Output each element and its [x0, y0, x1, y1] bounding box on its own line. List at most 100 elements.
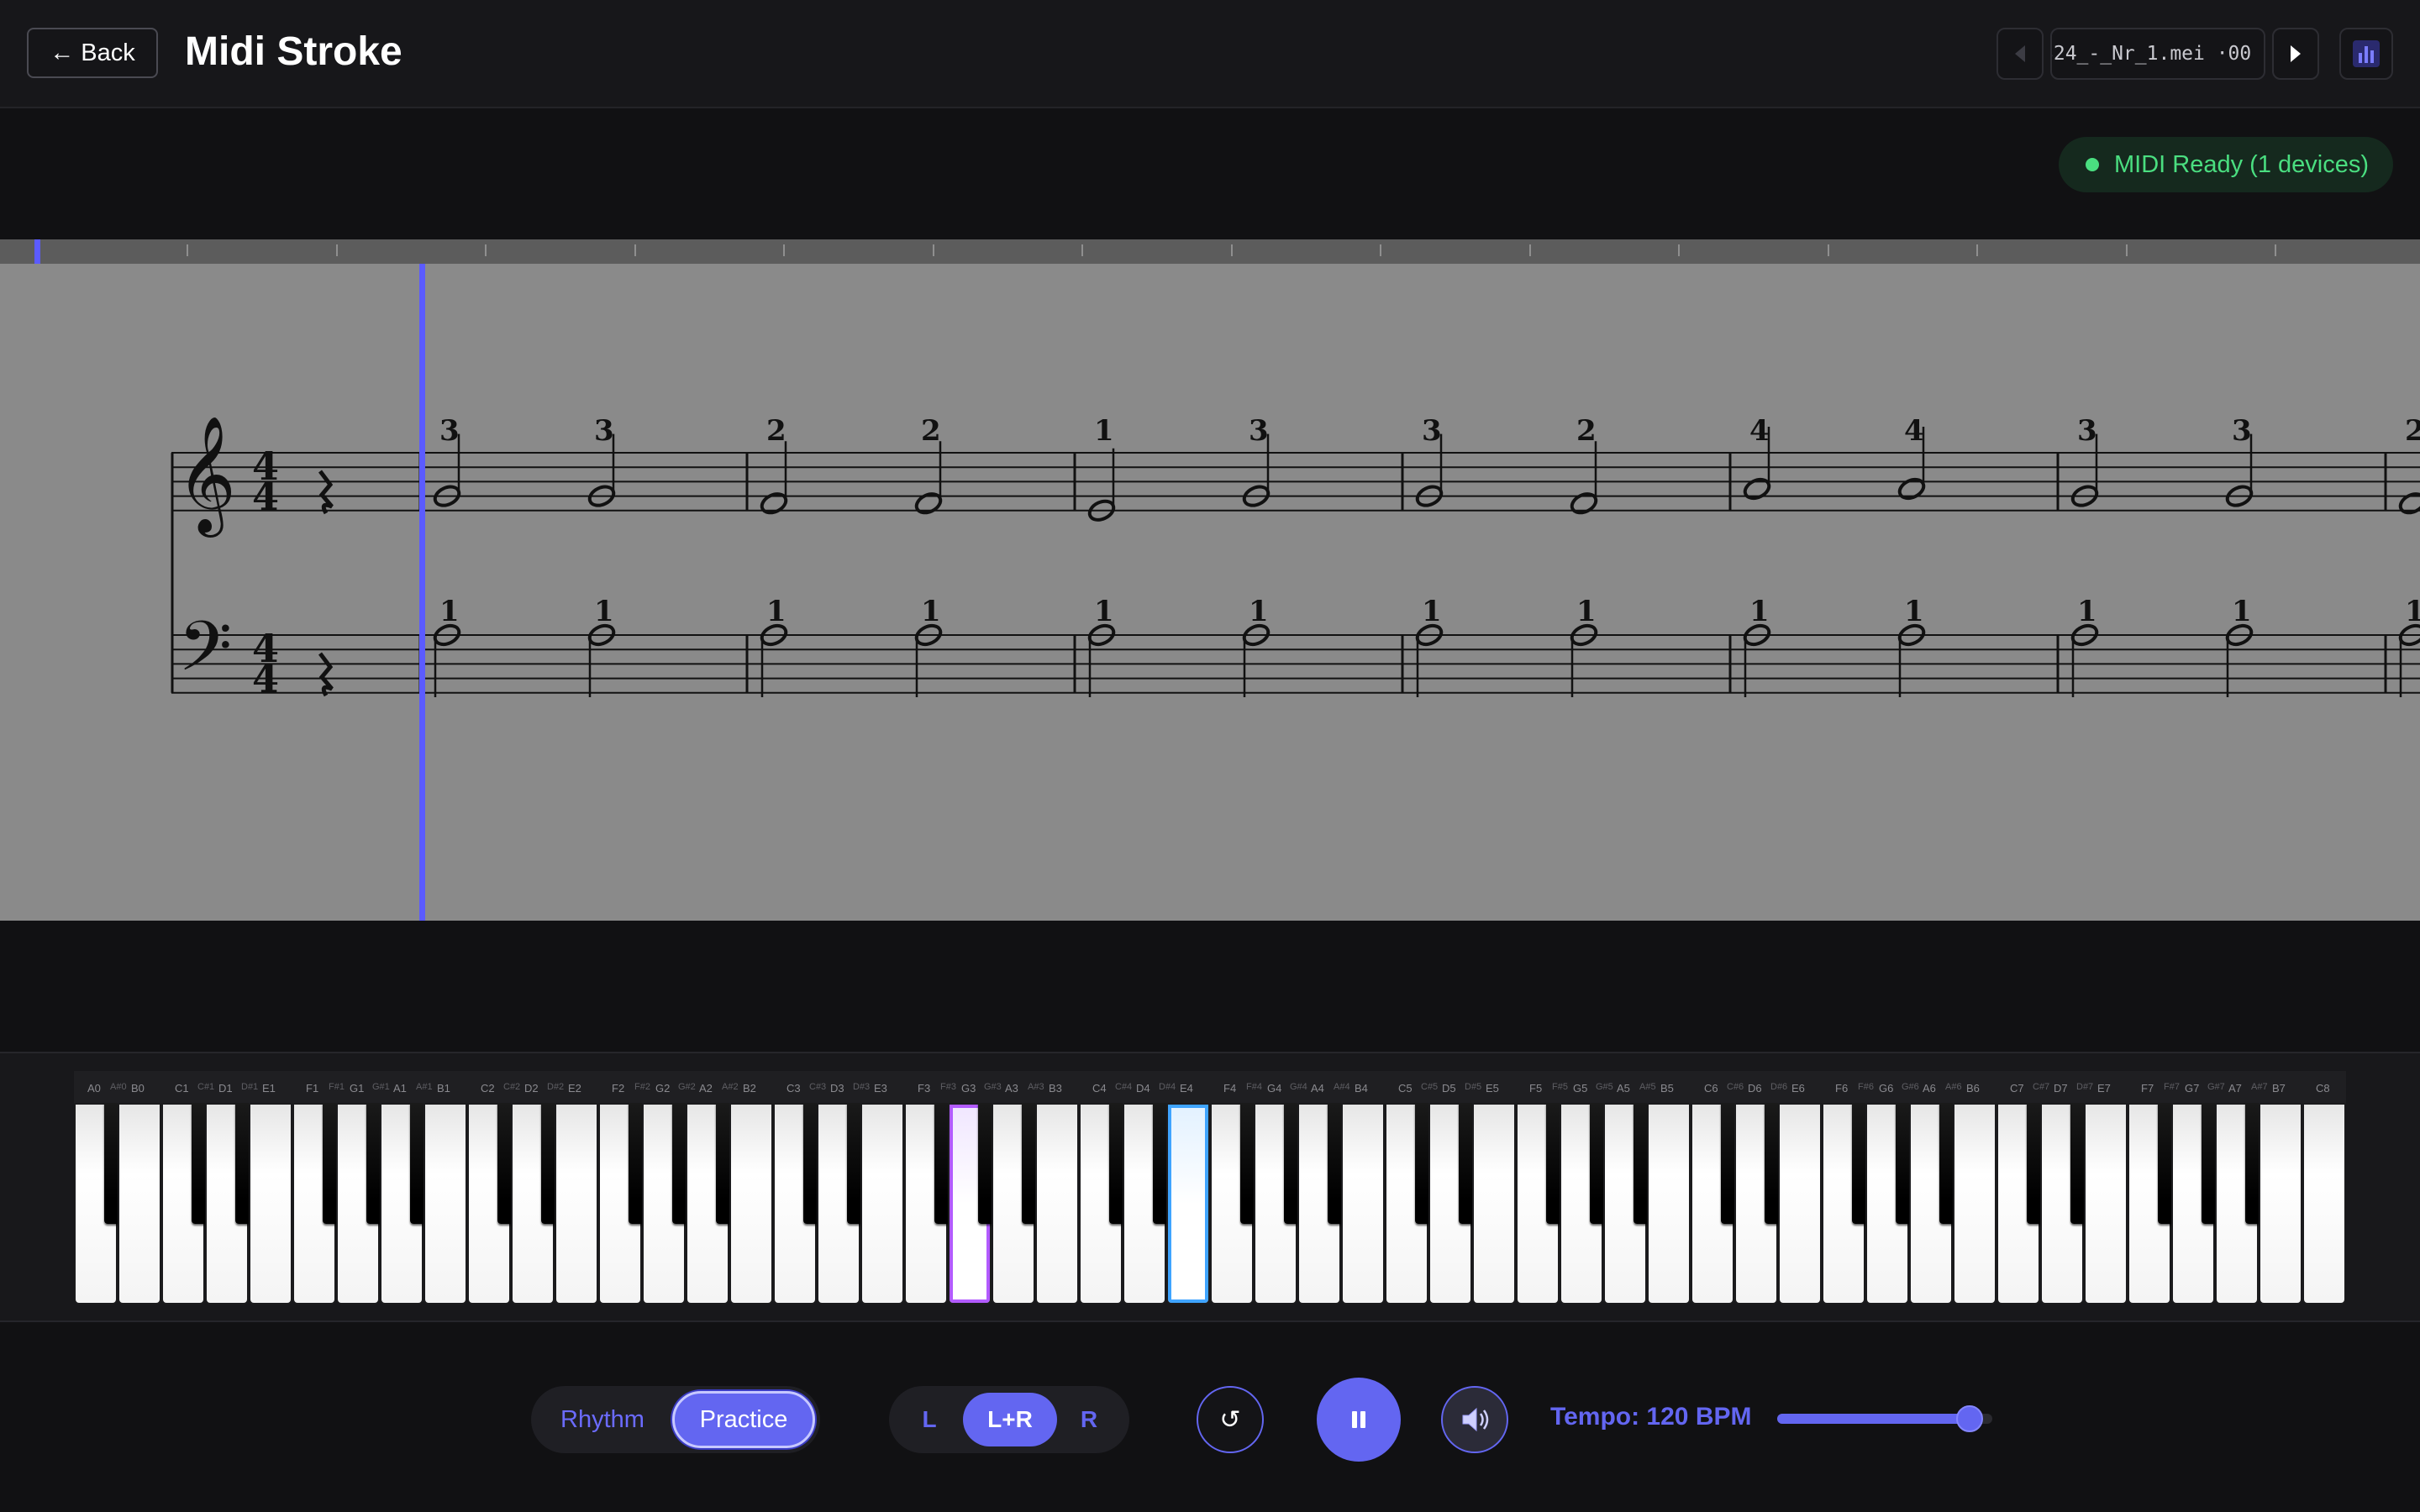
score-viewer[interactable]: 𝄞 𝄢 4 4 4 4 3 3 2 2 1 3 3 2 4 4 3 3 2 1 1 1 1 1 1 1 1 1 1 1 1 1: [0, 264, 2420, 921]
key-label: C4: [1092, 1082, 1107, 1095]
key-label: D6: [1748, 1082, 1762, 1095]
tempo-slider[interactable]: [1777, 1405, 1992, 1432]
key-label: E4: [1180, 1082, 1193, 1095]
fingering-number: 3: [2232, 414, 2252, 448]
reset-icon: ↺: [1219, 1405, 1241, 1434]
key-label: D1: [218, 1082, 233, 1095]
score-timeline[interactable]: [0, 239, 2420, 264]
key-label: D2: [524, 1082, 539, 1095]
fingering-number: 1: [766, 595, 786, 628]
key-label: A0: [87, 1082, 101, 1095]
back-button[interactable]: ← Back: [27, 28, 158, 78]
fingering-number: 1: [1094, 595, 1114, 628]
right-hand-button[interactable]: R: [1064, 1393, 1114, 1446]
white-key-b6[interactable]: [1953, 1103, 1996, 1305]
key-label: C3: [786, 1082, 801, 1095]
status-dot-icon: [2086, 158, 2099, 171]
timeline-tick: [335, 244, 338, 256]
file-name-display[interactable]: 324_-_Nr_1.mei ·00: [2050, 28, 2265, 80]
white-key-b0[interactable]: [118, 1103, 161, 1305]
previous-file-button[interactable]: [1996, 28, 2044, 80]
key-label: B3: [1049, 1082, 1062, 1095]
key-label: E3: [874, 1082, 887, 1095]
quarter-rest: [318, 470, 334, 515]
white-key-e4[interactable]: [1166, 1103, 1210, 1305]
key-label: G4: [1267, 1082, 1282, 1095]
timeline-tick: [1827, 244, 1829, 256]
sharp-key-label: G#7: [2207, 1082, 2225, 1092]
timeline-tick: [2125, 244, 2128, 256]
hand-selector: L L+R R: [889, 1386, 1129, 1453]
key-label: B6: [1966, 1082, 1980, 1095]
slider-thumb[interactable]: [1955, 1405, 1983, 1432]
white-key-b1[interactable]: [424, 1103, 467, 1305]
pause-button[interactable]: [1317, 1378, 1401, 1462]
fingering-number: 2: [766, 414, 786, 448]
key-label: B2: [743, 1082, 756, 1095]
reset-button[interactable]: ↺: [1197, 1386, 1264, 1453]
sharp-key-label: G#5: [1596, 1082, 1613, 1092]
white-key-b4[interactable]: [1341, 1103, 1385, 1305]
key-label: C1: [175, 1082, 189, 1095]
white-key-b5[interactable]: [1647, 1103, 1691, 1305]
white-key-e1[interactable]: [249, 1103, 292, 1305]
fingering-number: 4: [1904, 414, 1924, 448]
sharp-key-label: C#2: [503, 1082, 521, 1092]
rhythm-mode-button[interactable]: Rhythm: [539, 1391, 666, 1448]
practice-mode-button[interactable]: Practice: [672, 1391, 815, 1448]
timeline-tick: [634, 244, 636, 256]
fingering-number: 2: [921, 414, 941, 448]
key-label: F3: [918, 1082, 931, 1095]
key-label: C8: [2316, 1082, 2330, 1095]
key-label: A6: [1923, 1082, 1936, 1095]
sound-toggle-button[interactable]: [1441, 1386, 1508, 1453]
half-note-head: [2398, 492, 2420, 515]
piano-keyboard[interactable]: [74, 1103, 2346, 1305]
sharp-key-label: A#1: [416, 1082, 433, 1092]
fingering-number: 1: [594, 595, 614, 628]
white-key-e5[interactable]: [1472, 1103, 1516, 1305]
key-label: D7: [2054, 1082, 2068, 1095]
white-key-b2[interactable]: [729, 1103, 773, 1305]
sharp-key-label: D#6: [1770, 1082, 1788, 1092]
key-label: A3: [1005, 1082, 1018, 1095]
white-key-b3[interactable]: [1035, 1103, 1079, 1305]
left-hand-button[interactable]: L: [906, 1393, 953, 1446]
fingering-number: 1: [2077, 595, 2097, 628]
key-label: B4: [1355, 1082, 1368, 1095]
key-label: C7: [2010, 1082, 2024, 1095]
key-label: E5: [1486, 1082, 1499, 1095]
timeline-position-marker[interactable]: [34, 239, 40, 264]
sharp-key-label: D#2: [547, 1082, 565, 1092]
playhead-cursor: [419, 264, 425, 921]
sharp-key-label: C#4: [1115, 1082, 1133, 1092]
sharp-key-label: C#5: [1421, 1082, 1439, 1092]
sharp-key-label: D#3: [853, 1082, 871, 1092]
white-key-e6[interactable]: [1778, 1103, 1822, 1305]
white-key-e7[interactable]: [2084, 1103, 2128, 1305]
fingering-number: 3: [1249, 414, 1269, 448]
fingering-number: 1: [2232, 595, 2252, 628]
timeline-tick: [1081, 244, 1083, 256]
fingering-number: 1: [921, 595, 941, 628]
half-note-head: [914, 492, 943, 515]
sharp-key-label: G#6: [1902, 1082, 1919, 1092]
next-file-button[interactable]: [2272, 28, 2319, 80]
white-key-c8[interactable]: [2302, 1103, 2346, 1305]
both-hands-button[interactable]: L+R: [963, 1393, 1057, 1446]
timeline-tick: [1678, 244, 1680, 256]
white-key-e3[interactable]: [860, 1103, 904, 1305]
treble-clef: 𝄞: [176, 416, 236, 538]
sharp-key-label: D#7: [2076, 1082, 2094, 1092]
key-label: C2: [481, 1082, 495, 1095]
half-note-head: [760, 492, 788, 515]
sharp-key-label: F#1: [329, 1082, 345, 1092]
sharp-key-label: F#7: [2164, 1082, 2180, 1092]
key-label: G3: [961, 1082, 976, 1095]
key-label: D3: [830, 1082, 844, 1095]
statistics-button[interactable]: [2339, 28, 2393, 80]
sharp-key-label: A#7: [2251, 1082, 2268, 1092]
white-key-b7[interactable]: [2259, 1103, 2302, 1305]
white-key-e2[interactable]: [555, 1103, 598, 1305]
key-label: F6: [1835, 1082, 1849, 1095]
